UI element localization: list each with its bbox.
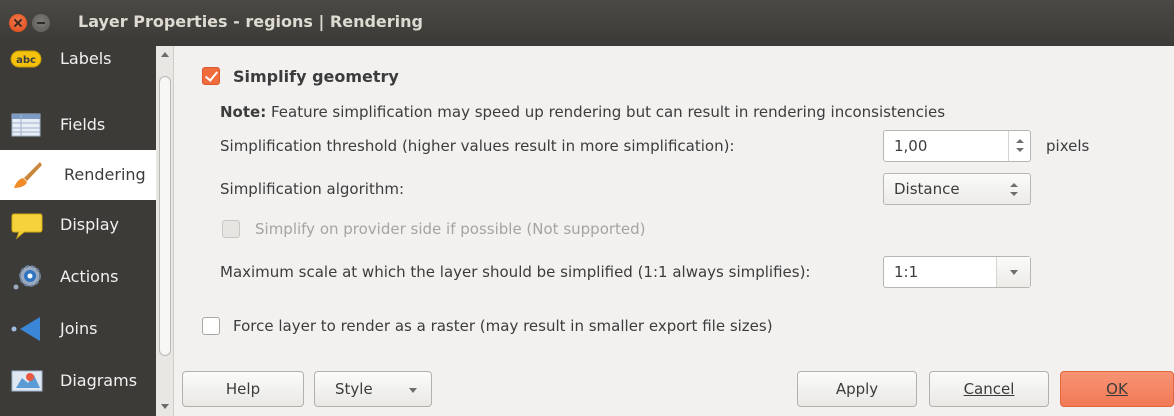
spin-up-icon[interactable] xyxy=(1016,139,1024,143)
sidebar-item-label: Display xyxy=(60,215,119,234)
cancel-button[interactable]: Cancel xyxy=(929,371,1049,407)
window-title: Layer Properties - regions | Rendering xyxy=(78,12,423,31)
style-button[interactable]: Style xyxy=(314,371,432,407)
ok-button[interactable]: OK xyxy=(1060,371,1174,407)
algorithm-label: Simplification algorithm: xyxy=(220,180,404,198)
rendering-brush-icon xyxy=(14,162,42,188)
provider-simplify-label: Simplify on provider side if possible (N… xyxy=(255,220,646,238)
scroll-down-arrow-icon[interactable] xyxy=(161,404,169,409)
labels-abc-icon: abc xyxy=(10,50,42,68)
sidebar-item-label: Diagrams xyxy=(60,371,138,390)
joins-arrow-icon xyxy=(11,317,40,341)
sidebar-scrollbar[interactable] xyxy=(156,46,174,416)
sidebar-item-diagrams[interactable]: Diagrams xyxy=(0,356,156,406)
sidebar-item-rendering[interactable]: Rendering xyxy=(0,150,156,200)
max-scale-label: Maximum scale at which the layer should … xyxy=(220,263,811,281)
window-close-button[interactable] xyxy=(9,14,27,32)
force-raster-checkbox[interactable] xyxy=(202,317,220,335)
window-minimize-button[interactable] xyxy=(32,14,50,32)
sidebar-item-label: Labels xyxy=(60,49,112,68)
diagrams-chart-icon xyxy=(11,370,43,392)
cancel-button-label: Cancel xyxy=(963,380,1015,398)
sidebar-item-joins[interactable]: Joins xyxy=(0,304,156,354)
fields-table-icon xyxy=(11,113,41,137)
max-scale-value: 1:1 xyxy=(894,263,919,281)
chevron-down-icon[interactable] xyxy=(996,257,1030,287)
display-speech-bubble-icon xyxy=(11,213,43,240)
threshold-stepper[interactable] xyxy=(1008,131,1030,161)
sidebar-item-actions[interactable]: Actions xyxy=(0,252,156,302)
note-text: Note: Feature simplification may speed u… xyxy=(220,103,945,121)
apply-button-label: Apply xyxy=(835,380,879,398)
threshold-spinbox[interactable]: 1,00 xyxy=(883,130,1031,162)
sidebar-item-fields[interactable]: Fields xyxy=(0,100,156,150)
sidebar-item-label: Fields xyxy=(60,115,106,134)
note-message: Feature simplification may speed up rend… xyxy=(270,103,946,121)
help-button[interactable]: Help xyxy=(182,371,304,407)
style-button-label: Style xyxy=(335,380,373,398)
chevron-down-icon xyxy=(409,388,417,393)
force-raster-label: Force layer to render as a raster (may r… xyxy=(233,317,773,335)
algorithm-value: Distance xyxy=(894,180,960,198)
note-bold-label: Note: xyxy=(220,103,267,121)
simplify-geometry-label: Simplify geometry xyxy=(233,67,399,86)
provider-simplify-checkbox[interactable] xyxy=(222,220,240,238)
sidebar-item-label: Joins xyxy=(60,319,98,338)
help-button-label: Help xyxy=(225,380,261,398)
actions-gear-icon xyxy=(13,265,41,290)
svg-text:abc: abc xyxy=(16,55,36,66)
simplify-geometry-checkbox[interactable] xyxy=(202,67,220,85)
apply-button[interactable]: Apply xyxy=(797,371,917,407)
select-down-icon xyxy=(1010,192,1018,196)
sidebar: abc Labels Fields Rendering Display Acti… xyxy=(0,46,158,416)
threshold-unit: pixels xyxy=(1046,137,1090,155)
max-scale-combo[interactable]: 1:1 xyxy=(883,256,1031,288)
scrollbar-thumb[interactable] xyxy=(159,76,171,356)
algorithm-select[interactable]: Distance xyxy=(883,173,1031,205)
sidebar-item-display[interactable]: Display xyxy=(0,200,156,250)
rendering-panel: Simplify geometry Note: Feature simplifi… xyxy=(175,46,1174,416)
scroll-up-arrow-icon[interactable] xyxy=(161,52,169,57)
threshold-label: Simplification threshold (higher values … xyxy=(220,137,735,155)
title-bar: Layer Properties - regions | Rendering xyxy=(0,0,1174,46)
spin-down-icon[interactable] xyxy=(1016,148,1024,152)
sidebar-item-label: Rendering xyxy=(64,165,146,184)
threshold-value: 1,00 xyxy=(894,137,928,155)
select-up-icon xyxy=(1010,183,1018,187)
sidebar-item-label: Actions xyxy=(60,267,119,286)
sidebar-item-labels[interactable]: abc Labels xyxy=(0,46,156,76)
ok-button-label: OK xyxy=(1106,380,1128,398)
